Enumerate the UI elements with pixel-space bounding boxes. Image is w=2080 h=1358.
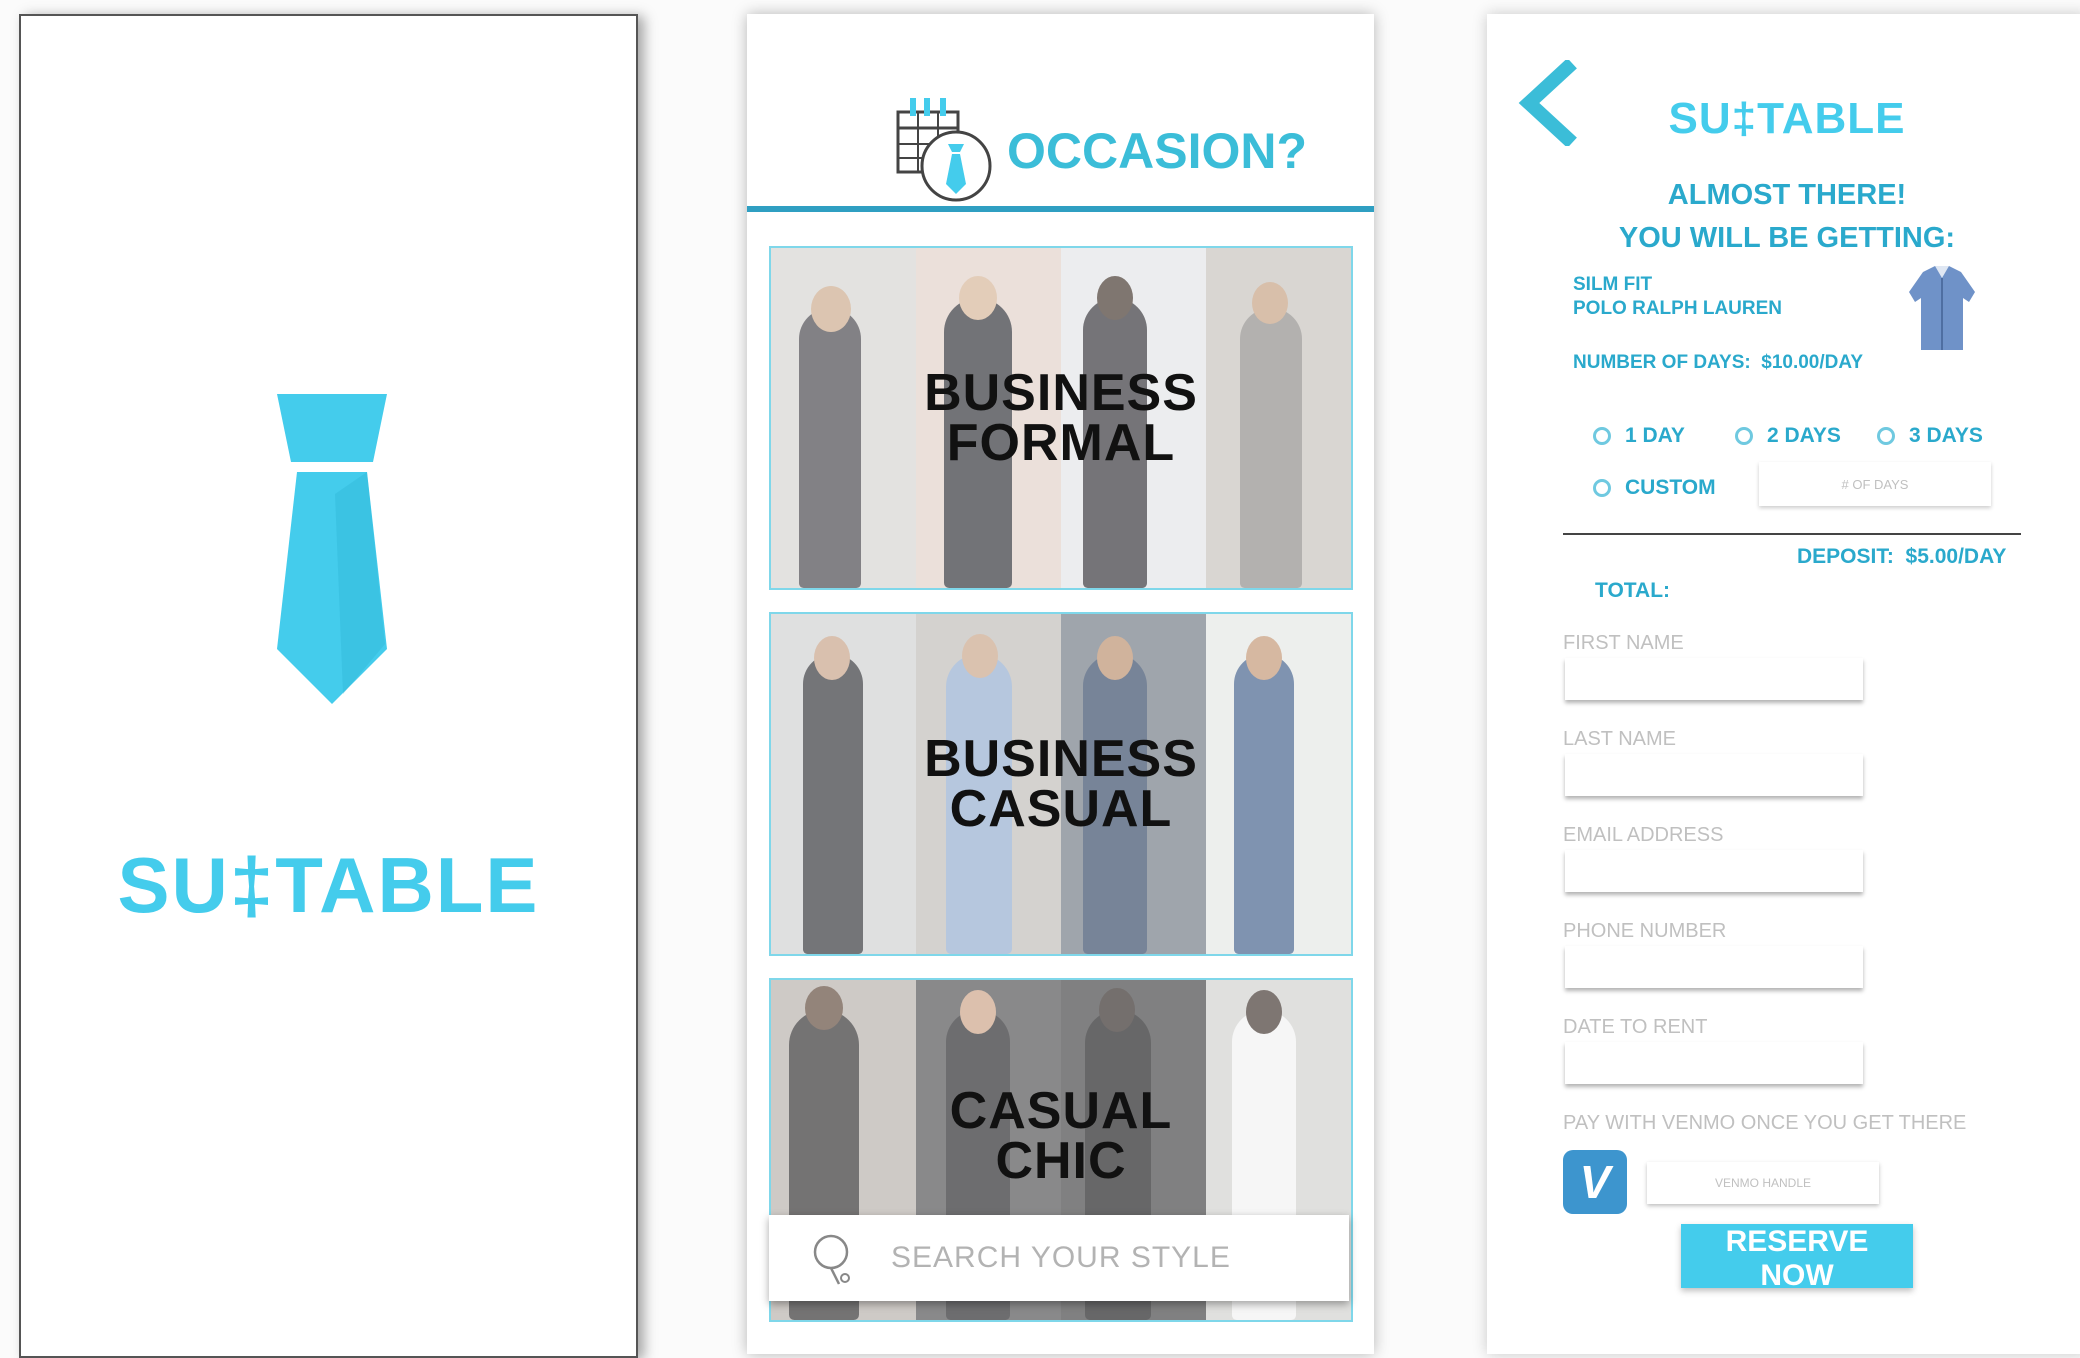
reserve-now-button[interactable]: RESERVE NOW bbox=[1681, 1224, 1913, 1292]
splash-screen: SU‡TABLE bbox=[19, 14, 638, 1358]
venmo-label: PAY WITH VENMO ONCE YOU GET THERE bbox=[1563, 1112, 1967, 1134]
radio-3-days[interactable]: 3 DAYS bbox=[1877, 424, 1983, 448]
item-brand: POLO RALPH LAUREN bbox=[1573, 298, 1782, 319]
date-label: DATE TO RENT bbox=[1563, 1016, 1708, 1038]
phone-label: PHONE NUMBER bbox=[1563, 920, 1727, 942]
radio-custom[interactable]: CUSTOM bbox=[1593, 476, 1716, 500]
occasion-title: OCCASION? bbox=[1007, 123, 1307, 179]
radio-icon bbox=[1593, 479, 1611, 497]
custom-days-input[interactable] bbox=[1759, 462, 1991, 506]
divider bbox=[1563, 533, 2021, 535]
search-input[interactable] bbox=[889, 1235, 1313, 1281]
radio-2-days[interactable]: 2 DAYS bbox=[1735, 424, 1841, 448]
tile-label: CASUAL CHIC bbox=[949, 1082, 1173, 1191]
tile-label: BUSINESS FORMAL bbox=[924, 364, 1198, 472]
first-name-field[interactable] bbox=[1565, 658, 1863, 700]
checkout-headline: ALMOST THERE! YOU WILL BE GETTING: bbox=[1618, 179, 1956, 254]
deposit-label: DEPOSIT: $5.00/DAY bbox=[1797, 545, 2007, 568]
first-name-label: FIRST NAME bbox=[1563, 632, 1684, 654]
tile-label: BUSINESS CASUAL bbox=[924, 730, 1198, 838]
email-field[interactable] bbox=[1565, 850, 1863, 892]
radio-icon bbox=[1877, 427, 1895, 445]
checkout-screen: SU‡TABLE ALMOST THERE! YOU WILL BE GETTI… bbox=[1487, 14, 2080, 1354]
shirt-image bbox=[1909, 266, 1975, 350]
search-icon bbox=[813, 1234, 850, 1285]
radio-1-day[interactable]: 1 DAY bbox=[1593, 424, 1685, 448]
email-label: EMAIL ADDRESS bbox=[1563, 824, 1724, 846]
last-name-label: LAST NAME bbox=[1563, 728, 1676, 750]
tile-business-formal[interactable]: BUSINESS FORMAL bbox=[769, 246, 1353, 590]
occasion-screen: OCCASION? BUSINESS FORMAL BUSINESS CASUA… bbox=[747, 14, 1374, 1354]
phone-field[interactable] bbox=[1565, 946, 1863, 988]
total-label: TOTAL: bbox=[1595, 579, 1671, 602]
tie-icon bbox=[277, 394, 387, 704]
venmo-handle-input[interactable] bbox=[1647, 1162, 1879, 1204]
date-field[interactable] bbox=[1565, 1042, 1863, 1084]
item-fit: SILM FIT bbox=[1573, 274, 1653, 295]
venmo-icon[interactable]: V bbox=[1563, 1150, 1627, 1214]
tile-business-casual[interactable]: BUSINESS CASUAL bbox=[769, 612, 1353, 956]
days-label: NUMBER OF DAYS: $10.00/DAY bbox=[1573, 352, 1864, 373]
search-bar[interactable] bbox=[769, 1215, 1349, 1301]
last-name-field[interactable] bbox=[1565, 754, 1863, 796]
calendar-tie-icon bbox=[896, 98, 992, 202]
app-logo-text: SU‡TABLE bbox=[117, 841, 540, 929]
radio-icon bbox=[1593, 427, 1611, 445]
radio-icon bbox=[1735, 427, 1753, 445]
occasion-header: OCCASION? bbox=[747, 14, 1374, 212]
app-logo-text: SU‡TABLE bbox=[1668, 94, 1906, 143]
